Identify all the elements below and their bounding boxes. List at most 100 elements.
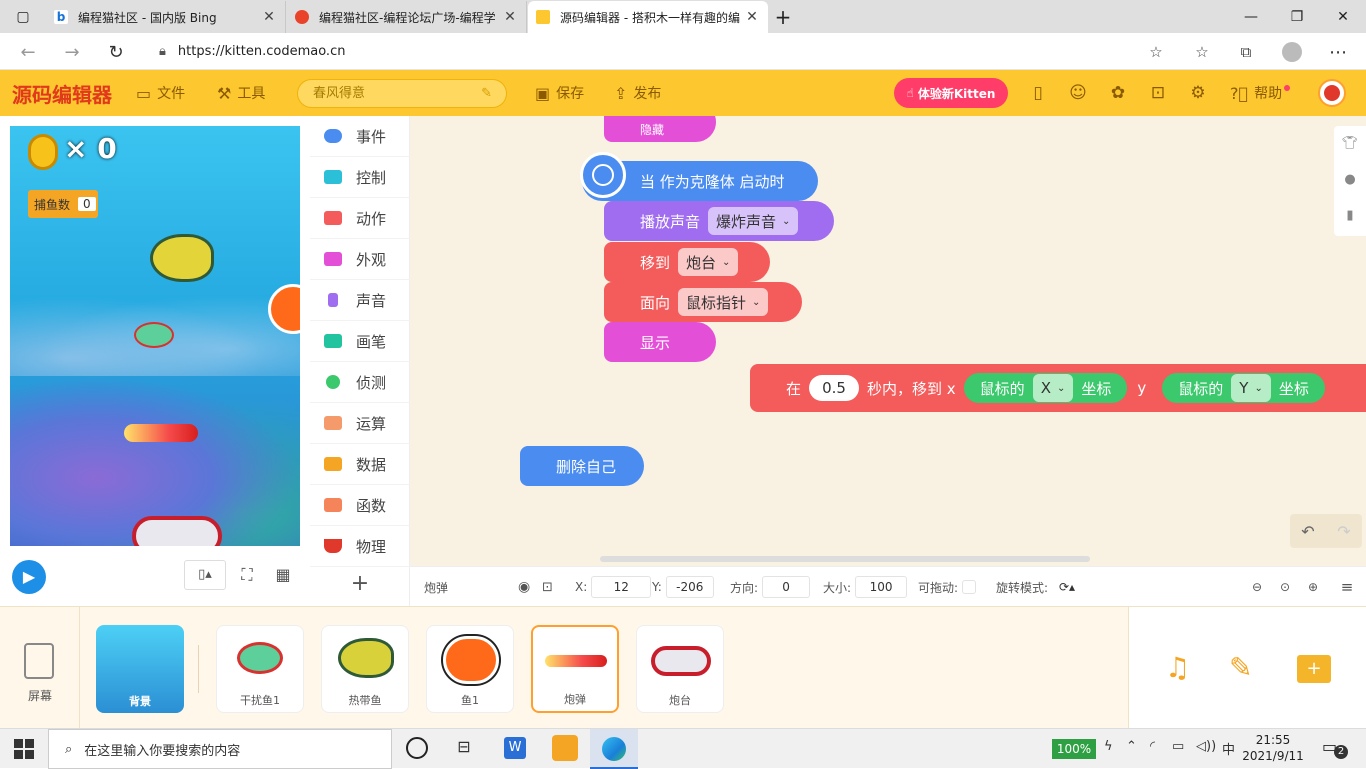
redo-icon[interactable]: ↷ xyxy=(1337,522,1350,541)
taskbar-search-box[interactable]: ⌕ 在这里输入你要搜索的内容 xyxy=(48,729,392,769)
back-icon[interactable]: ← xyxy=(14,38,42,66)
sprite-cannon[interactable]: 炮台 xyxy=(636,625,724,713)
browser-tab-bing[interactable]: b 编程猫社区 - 国内版 Bing ✕ xyxy=(46,1,286,33)
delete-self-block[interactable]: 删除自己 xyxy=(520,446,644,486)
category-operators[interactable]: 运算 xyxy=(310,403,410,444)
bullet-sprite[interactable] xyxy=(124,424,198,442)
category-sensing[interactable]: 侦测 xyxy=(310,362,410,403)
edge-taskbar-button[interactable] xyxy=(590,729,638,769)
sound-mic-icon[interactable]: ● xyxy=(1334,162,1366,198)
phone-icon[interactable]: ▯ xyxy=(1027,82,1049,104)
minimize-button[interactable]: — xyxy=(1228,0,1274,33)
network-icon[interactable]: ◜ xyxy=(1150,739,1155,754)
favorites-icon[interactable]: ☆ xyxy=(1188,38,1216,66)
lock-open-icon[interactable]: ⊡ xyxy=(542,580,553,595)
move-to-block[interactable]: 移到 炮台 ⌄ xyxy=(604,242,770,282)
code-workspace[interactable]: 隐藏 当 作为克隆体 启动时 播放声音 爆炸声音 ⌄ 移到 炮台 ⌄ 面向 鼠标指针… xyxy=(410,116,1366,566)
costume-icon[interactable]: 👕︎ xyxy=(1334,126,1366,162)
category-looks[interactable]: 外观 xyxy=(310,239,410,280)
forward-icon[interactable]: → xyxy=(58,38,86,66)
tab-actions-icon[interactable]: ▢ xyxy=(0,0,46,33)
face-block[interactable]: 面向 鼠标指针 ⌄ xyxy=(604,282,802,322)
y-input[interactable]: -206 xyxy=(665,576,714,598)
screen-button[interactable]: 屏幕 xyxy=(0,607,80,729)
browser-tab-forum[interactable]: 编程猫社区-编程论坛广场-编程学 ✕ xyxy=(287,1,527,33)
new-tab-button[interactable]: + xyxy=(767,0,799,33)
close-window-button[interactable]: ✕ xyxy=(1320,0,1366,33)
app-logo[interactable]: 源码编辑器 xyxy=(12,70,112,116)
device-select-icon[interactable]: ▯▴ xyxy=(184,560,226,590)
mouse-y-dropdown[interactable]: Y ⌄ xyxy=(1231,374,1271,402)
user-avatar[interactable] xyxy=(1318,79,1346,107)
eye-icon[interactable]: ◉ xyxy=(518,579,530,595)
notification-center-icon[interactable]: ▭ 2 xyxy=(1322,737,1348,761)
power-icon[interactable]: ϟ xyxy=(1104,739,1113,754)
category-sound[interactable]: 声音 xyxy=(310,280,410,321)
cannon-sprite[interactable] xyxy=(132,516,222,546)
fullscreen-icon[interactable]: ⛶ xyxy=(232,560,262,590)
project-name-input[interactable]: 春风得意 ✎ xyxy=(297,79,507,108)
zoom-in-icon[interactable]: ⊕ xyxy=(1302,576,1324,598)
category-motion[interactable]: 动作 xyxy=(310,198,410,239)
face-target-dropdown[interactable]: 鼠标指针 ⌄ xyxy=(678,288,769,316)
category-events[interactable]: 事件 xyxy=(310,116,410,157)
close-tab-icon[interactable]: ✕ xyxy=(261,9,277,25)
menu-icon[interactable]: ≡ xyxy=(1336,576,1358,598)
show-block[interactable]: 显示 xyxy=(604,322,716,362)
favorite-add-icon[interactable]: ☆ xyxy=(1142,38,1170,66)
try-kitten-button[interactable]: ☝︎ 体验新Kitten xyxy=(894,78,1008,108)
horizontal-scrollbar[interactable] xyxy=(600,556,1090,562)
tropical-fish-sprite[interactable] xyxy=(150,234,214,282)
help-button[interactable]: ?⃝ 帮助 xyxy=(1230,70,1291,116)
play-button[interactable]: ▶ xyxy=(12,560,46,594)
sprite-name-field[interactable]: 炮弹 ◉ ⊡ xyxy=(424,576,564,598)
clock[interactable]: 21:55 2021/9/11 xyxy=(1240,732,1306,764)
music-library-icon[interactable]: ♫ xyxy=(1165,651,1199,685)
mouse-y-reporter[interactable]: 鼠标的 Y ⌄ 坐标 xyxy=(1162,373,1325,403)
publish-button[interactable]: ⇪ 发布 xyxy=(614,70,661,116)
x-input[interactable]: 12 xyxy=(591,576,652,598)
stage-canvas[interactable]: × 0 捕鱼数 0 xyxy=(10,126,300,546)
windows-start-icon[interactable] xyxy=(14,739,34,759)
category-control[interactable]: 控制 xyxy=(310,157,410,198)
rotation-mode-dropdown[interactable]: ⟳▴ xyxy=(1052,576,1082,598)
maximize-button[interactable]: ❐ xyxy=(1274,0,1320,33)
sprite-bullet[interactable]: 炮弹 xyxy=(531,625,619,713)
sprite-distractor-fish[interactable]: 干扰鱼1 xyxy=(216,625,304,713)
category-data[interactable]: 数据 xyxy=(310,444,410,485)
glide-seconds-input[interactable]: 0.5 xyxy=(809,375,860,401)
category-physics[interactable]: 物理 xyxy=(310,526,410,567)
paint-pencil-icon[interactable]: ✎ xyxy=(1229,651,1263,685)
refresh-icon[interactable]: ↻ xyxy=(102,38,130,66)
mouse-x-dropdown[interactable]: X ⌄ xyxy=(1032,374,1074,402)
url-field[interactable]: 🔒︎ https://kitten.codemao.cn xyxy=(145,37,1175,66)
draggable-checkbox[interactable] xyxy=(962,580,977,594)
browser-tab-kitten[interactable]: 源码编辑器 - 搭积木一样有趣的编 ✕ xyxy=(528,1,768,33)
collections-icon[interactable]: ⧉ xyxy=(1232,38,1260,66)
sound-dropdown[interactable]: 爆炸声音 ⌄ xyxy=(708,207,799,235)
close-tab-icon[interactable]: ✕ xyxy=(744,9,760,25)
tray-chevron-icon[interactable]: ⌃ xyxy=(1126,739,1137,754)
hide-block[interactable]: 隐藏 xyxy=(604,116,716,142)
folder-add-icon[interactable]: + xyxy=(1297,655,1331,683)
zoom-out-icon[interactable]: ⊖ xyxy=(1246,576,1268,598)
zoom-reset-icon[interactable]: ⊙ xyxy=(1274,576,1296,598)
save-button[interactable]: ▣ 保存 xyxy=(535,70,584,116)
sprite-tropical-fish[interactable]: 热带鱼 xyxy=(321,625,409,713)
play-sound-block[interactable]: 播放声音 爆炸声音 ⌄ xyxy=(604,201,834,241)
bag-icon[interactable]: ⊡ xyxy=(1147,82,1169,104)
category-pen[interactable]: 画笔 xyxy=(310,321,410,362)
task-view-icon[interactable]: ⊟ xyxy=(452,737,476,759)
volume-icon[interactable]: ◁)) xyxy=(1196,739,1216,754)
size-input[interactable]: 100 xyxy=(855,576,908,598)
wps-icon[interactable]: W xyxy=(504,737,526,759)
ime-indicator[interactable]: 中 xyxy=(1222,739,1235,758)
grid-icon[interactable]: ▦ xyxy=(268,560,298,590)
distractor-fish-sprite[interactable] xyxy=(134,322,174,348)
close-tab-icon[interactable]: ✕ xyxy=(502,9,518,25)
stats-icon[interactable]: ▮ xyxy=(1334,198,1366,234)
direction-input[interactable]: 0 xyxy=(762,576,811,598)
battery-icon[interactable]: ▭ xyxy=(1172,739,1184,754)
profile-avatar[interactable] xyxy=(1278,38,1306,66)
undo-icon[interactable]: ↶ xyxy=(1301,522,1314,541)
